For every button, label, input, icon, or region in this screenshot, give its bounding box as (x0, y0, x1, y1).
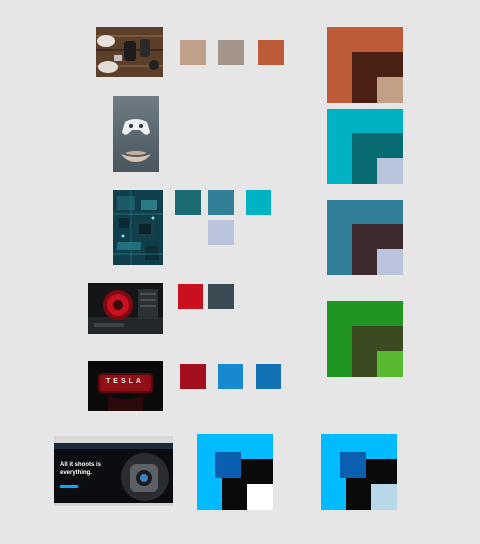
circuit-board-image (113, 190, 163, 265)
photo-cpu-cooler (88, 283, 163, 334)
palette-block-6b-accent (340, 452, 366, 478)
photo-circuit-board (113, 190, 163, 265)
swatch-1-1 (180, 40, 206, 65)
palette-block-6a-accent (215, 452, 241, 478)
swatch-5-3 (256, 364, 281, 389)
hands-controllers-image (96, 27, 163, 77)
swatch-1-2 (218, 40, 244, 65)
browser-bar (54, 436, 173, 443)
photo-hands-controllers (96, 27, 163, 77)
swatch-3-3 (246, 190, 271, 215)
floating-controller-image (113, 96, 159, 172)
palette-block-6b-corner (371, 484, 397, 510)
taskbar (54, 503, 173, 506)
swatch-5-1 (180, 364, 206, 389)
palette-block-4 (327, 301, 403, 377)
cpu-cooler-image (88, 283, 163, 334)
swatch-3-2 (208, 190, 234, 215)
photo-floating-controller (113, 96, 159, 172)
palette-block-3 (327, 200, 403, 275)
palette-block-3-corner (377, 249, 403, 275)
photo-tesla-sign: TESLA (88, 361, 163, 411)
palette-block-6b (321, 434, 397, 510)
palette-block-1 (327, 27, 403, 103)
camera-product-image (121, 453, 169, 501)
palette-block-1-corner (377, 77, 403, 103)
screenshot-camera-website: All it shoots is everything. (54, 436, 173, 506)
palette-block-2 (327, 109, 403, 184)
palette-block-4-corner (377, 351, 403, 377)
swatch-4-1 (178, 284, 203, 309)
tesla-sign-image (88, 361, 163, 411)
website-headline-2: everything. (60, 470, 93, 476)
swatch-4-2 (208, 284, 234, 309)
palette-block-6a-corner (247, 484, 273, 510)
website-cta-button (60, 485, 78, 488)
swatch-3-4 (208, 220, 234, 245)
palette-block-6a (197, 434, 273, 510)
website-headline-1: All it shoots is (60, 462, 102, 468)
palette-block-2-corner (377, 158, 403, 184)
swatch-1-3 (258, 40, 284, 65)
swatch-3-1 (175, 190, 201, 215)
tesla-logo-text: TESLA (106, 378, 144, 385)
swatch-5-2 (218, 364, 243, 389)
